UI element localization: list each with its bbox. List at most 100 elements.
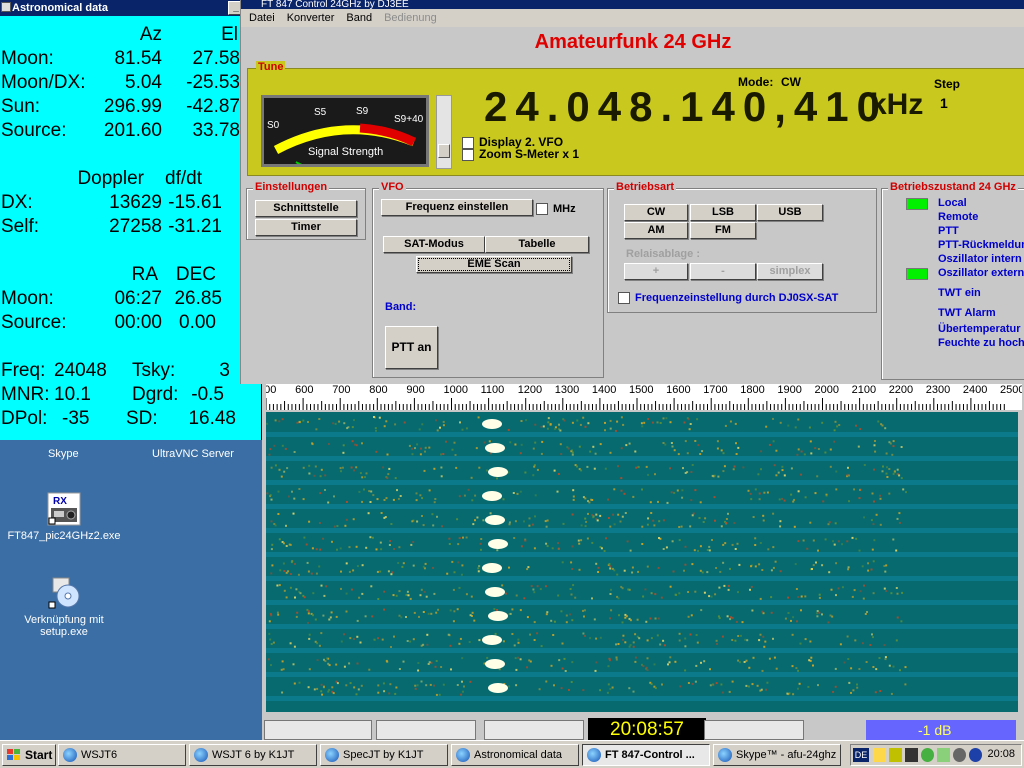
app-icon xyxy=(456,748,470,762)
menu-band[interactable]: Band xyxy=(346,12,372,24)
astro-row: Source: 00:00 0.00 xyxy=(0,311,262,335)
meter-label-s9: S9 xyxy=(356,106,369,117)
djosx-checkbox[interactable]: Frequenzeinstellung durch DJ0SX-SAT xyxy=(618,292,839,305)
sat-modus-button[interactable]: SAT-Modus xyxy=(383,236,485,253)
control-field[interactable] xyxy=(264,720,372,740)
checkbox-box[interactable] xyxy=(536,203,548,216)
row-label: Tsky: xyxy=(132,360,176,381)
mode-lsb-button[interactable]: LSB xyxy=(690,204,756,221)
frequenz-einstellen-button[interactable]: Frequenz einstellen xyxy=(381,199,533,216)
tray-speaker-icon[interactable] xyxy=(953,748,966,762)
ptt-an-button[interactable]: PTT an xyxy=(385,326,438,369)
astro-row: Sun: 296.99 -42.87 xyxy=(0,95,262,119)
system-tray: DE 20:08 xyxy=(850,744,1022,766)
checkbox-label: Zoom S-Meter x 1 xyxy=(479,147,580,161)
checkbox-box[interactable] xyxy=(462,148,474,161)
tray-network-icon[interactable] xyxy=(937,748,950,762)
tray-shield-icon[interactable] xyxy=(889,748,902,762)
waterfall-display[interactable] xyxy=(266,412,1018,712)
frequency-display[interactable]: 24.048.140,410 xyxy=(484,83,888,131)
scale-label: 1400 xyxy=(591,384,617,396)
start-button[interactable]: Start xyxy=(2,744,56,766)
setup-cd-icon xyxy=(47,576,81,610)
taskbar-task[interactable]: SpecJT by K1JT xyxy=(320,744,448,766)
tabelle-button[interactable]: Tabelle xyxy=(485,236,589,253)
s-meter-zoom-slider[interactable] xyxy=(436,95,452,169)
eme-scan-button[interactable]: EME Scan xyxy=(416,256,572,273)
taskbar-task[interactable]: WSJT 6 by K1JT xyxy=(189,744,317,766)
menu-konverter[interactable]: Konverter xyxy=(287,12,335,24)
status-item: PTT-Rückmeldung xyxy=(938,239,1024,251)
desktop-icon-setup[interactable]: Verknüpfung mit setup.exe xyxy=(4,576,124,638)
status-item: PTT xyxy=(938,225,959,237)
relais-minus-button[interactable]: - xyxy=(690,263,756,280)
app-title: Amateurfunk 24 GHz xyxy=(534,31,732,53)
window-app-icon xyxy=(1,2,11,12)
db-readout: -1 dB xyxy=(866,720,1016,740)
row-value: 00:00 xyxy=(114,312,162,333)
taskbar: Start WSJT6 WSJT 6 by K1JT SpecJT by K1JT A… xyxy=(0,740,1024,768)
tray-time: 20:08 xyxy=(987,748,1015,760)
windows-logo-icon xyxy=(7,749,20,760)
row-value: 5.04 xyxy=(125,72,162,93)
row-value: 27258 xyxy=(109,216,162,237)
row-label: Moon: xyxy=(1,48,54,69)
step-value[interactable]: 1 xyxy=(940,95,948,111)
taskbar-task[interactable]: WSJT6 xyxy=(58,744,186,766)
menu-bar: Datei Konverter Band Bedienung xyxy=(241,9,1024,27)
mode-cw-button[interactable]: CW xyxy=(624,204,688,221)
language-indicator[interactable]: DE xyxy=(853,748,869,762)
status-item: TWT ein xyxy=(938,287,981,299)
window-titlebar[interactable]: FT 847 Control 24GHz by DJ3EE xyxy=(241,0,1024,9)
desktop-label-ultravnc[interactable]: UltraVNC Server xyxy=(152,448,234,460)
specjt-window: 500 600 700 800 900 1000 1100 1200 1300 1400 1500 1… xyxy=(262,384,1024,744)
tray-warning-icon[interactable] xyxy=(873,748,886,762)
row-value: 26.85 xyxy=(174,288,222,309)
row-value: 06:27 xyxy=(114,288,162,309)
timer-button[interactable]: Timer xyxy=(255,219,357,236)
astro-row: Self: 27258 -31.21 xyxy=(0,215,262,239)
utc-clock: 20:08:57 xyxy=(588,718,706,742)
tray-vnc-icon[interactable] xyxy=(921,748,934,762)
row-label: Source: xyxy=(1,120,67,141)
taskbar-task-label: SpecJT by K1JT xyxy=(343,749,424,761)
row-value: 27.58 xyxy=(192,48,240,69)
tray-monitor-icon[interactable] xyxy=(905,748,918,762)
relais-simplex-button[interactable]: simplex xyxy=(757,263,823,280)
checkbox-label: Frequenzeinstellung durch DJ0SX-SAT xyxy=(635,292,839,304)
app-icon xyxy=(194,748,208,762)
taskbar-task[interactable]: Skype™ - afu-24ghz xyxy=(713,744,841,766)
band-label: Band: xyxy=(385,301,417,313)
control-slider[interactable] xyxy=(376,720,476,740)
status-item: Remote xyxy=(938,211,979,223)
taskbar-task[interactable]: Astronomical data xyxy=(451,744,579,766)
group-label-betriebsart: Betriebsart xyxy=(614,181,677,193)
mhz-checkbox[interactable]: MHz xyxy=(536,203,576,216)
slider-thumb[interactable] xyxy=(438,144,450,158)
schnittstelle-button[interactable]: Schnittstelle xyxy=(255,200,357,217)
row-label: Moon: xyxy=(1,288,54,309)
taskbar-task-label: Astronomical data xyxy=(474,749,563,761)
mode-am-button[interactable]: AM xyxy=(624,222,688,239)
menu-datei[interactable]: Datei xyxy=(249,12,275,24)
mode-usb-button[interactable]: USB xyxy=(757,204,823,221)
menu-bedienung[interactable]: Bedienung xyxy=(384,12,437,24)
zoom-smeter-checkbox[interactable]: Zoom S-Meter x 1 xyxy=(462,147,579,161)
desktop-icon-ft847[interactable]: RX FT847_pic24GHz2.exe xyxy=(4,492,124,542)
status-item: Feuchte zu hoch xyxy=(938,337,1024,349)
row-value: -35 xyxy=(62,408,90,429)
desktop-label-skype[interactable]: Skype xyxy=(48,448,79,460)
status-item: Local xyxy=(938,197,967,209)
status-item: Oszillator extern xyxy=(938,267,1024,279)
scale-label: 1200 xyxy=(517,384,543,396)
taskbar-task[interactable]: FT 847-Control ... xyxy=(582,744,710,766)
checkbox-box[interactable] xyxy=(618,292,630,305)
control-slider[interactable] xyxy=(484,720,584,740)
tray-clock-icon[interactable] xyxy=(969,748,982,762)
control-slider[interactable] xyxy=(704,720,804,740)
relais-plus-button[interactable]: + xyxy=(624,263,688,280)
mode-fm-button[interactable]: FM xyxy=(690,222,756,239)
astro-row: Moon: 81.54 27.58 xyxy=(0,47,262,71)
window-titlebar[interactable]: Astronomical data _ □ xyxy=(0,0,261,16)
scale-label: 2500 xyxy=(1000,384,1022,396)
